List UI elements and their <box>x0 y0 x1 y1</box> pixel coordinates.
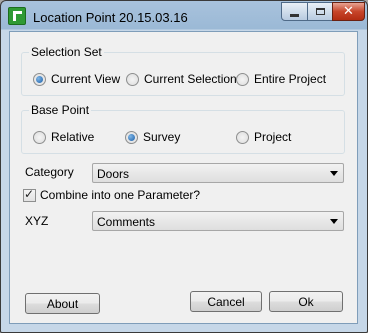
maximize-button[interactable] <box>307 2 333 21</box>
combine-label: Combine into one Parameter? <box>40 188 201 202</box>
minimize-icon <box>290 13 299 17</box>
ok-button[interactable]: Ok <box>269 291 343 312</box>
minimize-button[interactable] <box>281 2 308 21</box>
selection-set-group: Selection Set Current View Current Selec… <box>21 45 345 96</box>
title-bar[interactable]: Location Point 20.15.03.16 ✕ <box>1 1 367 31</box>
maximize-icon <box>315 8 325 15</box>
close-icon: ✕ <box>343 4 354 19</box>
radio-survey[interactable]: Survey <box>125 130 180 144</box>
radio-entire-project[interactable]: Entire Project <box>236 72 326 86</box>
radio-current-selection[interactable]: Current Selection <box>126 72 237 86</box>
radio-survey-label: Survey <box>143 130 181 144</box>
radio-current-selection-label: Current Selection <box>144 72 237 86</box>
selection-set-title: Selection Set <box>29 45 104 59</box>
xyz-value: Comments <box>97 215 156 229</box>
base-point-title: Base Point <box>29 103 92 117</box>
radio-current-view-label: Current View <box>51 72 121 86</box>
radio-unchecked-icon <box>126 72 139 86</box>
radio-unchecked-icon <box>236 72 249 86</box>
close-button[interactable]: ✕ <box>332 2 365 21</box>
cancel-button[interactable]: Cancel <box>190 291 262 312</box>
chevron-down-icon <box>330 171 338 176</box>
category-value: Doors <box>97 167 130 181</box>
checkbox-box: ✓ <box>23 186 36 202</box>
chevron-down-icon <box>330 219 338 224</box>
xyz-dropdown[interactable]: Comments <box>92 211 344 231</box>
category-label: Category <box>25 165 74 179</box>
radio-project[interactable]: Project <box>236 130 291 144</box>
base-point-group: Base Point Relative Survey Project <box>21 103 345 154</box>
window-title: Location Point 20.15.03.16 <box>33 10 188 25</box>
about-button[interactable]: About <box>25 293 100 314</box>
category-dropdown[interactable]: Doors <box>92 163 344 183</box>
radio-checked-icon <box>125 130 138 144</box>
radio-project-label: Project <box>254 130 292 144</box>
radio-current-view[interactable]: Current View <box>33 72 120 86</box>
app-icon <box>8 7 26 25</box>
radio-entire-project-label: Entire Project <box>254 72 327 86</box>
radio-unchecked-icon <box>236 130 249 144</box>
xyz-label: XYZ <box>25 214 49 228</box>
dialog-body: Selection Set Current View Current Selec… <box>9 31 358 324</box>
radio-relative-label: Relative <box>51 130 95 144</box>
dialog-window: Location Point 20.15.03.16 ✕ Selection S… <box>0 0 368 333</box>
radio-unchecked-icon <box>33 130 46 144</box>
check-icon: ✓ <box>24 186 35 201</box>
radio-relative[interactable]: Relative <box>33 130 94 144</box>
radio-checked-icon <box>33 72 46 86</box>
combine-checkbox[interactable]: ✓ Combine into one Parameter? <box>23 186 201 202</box>
